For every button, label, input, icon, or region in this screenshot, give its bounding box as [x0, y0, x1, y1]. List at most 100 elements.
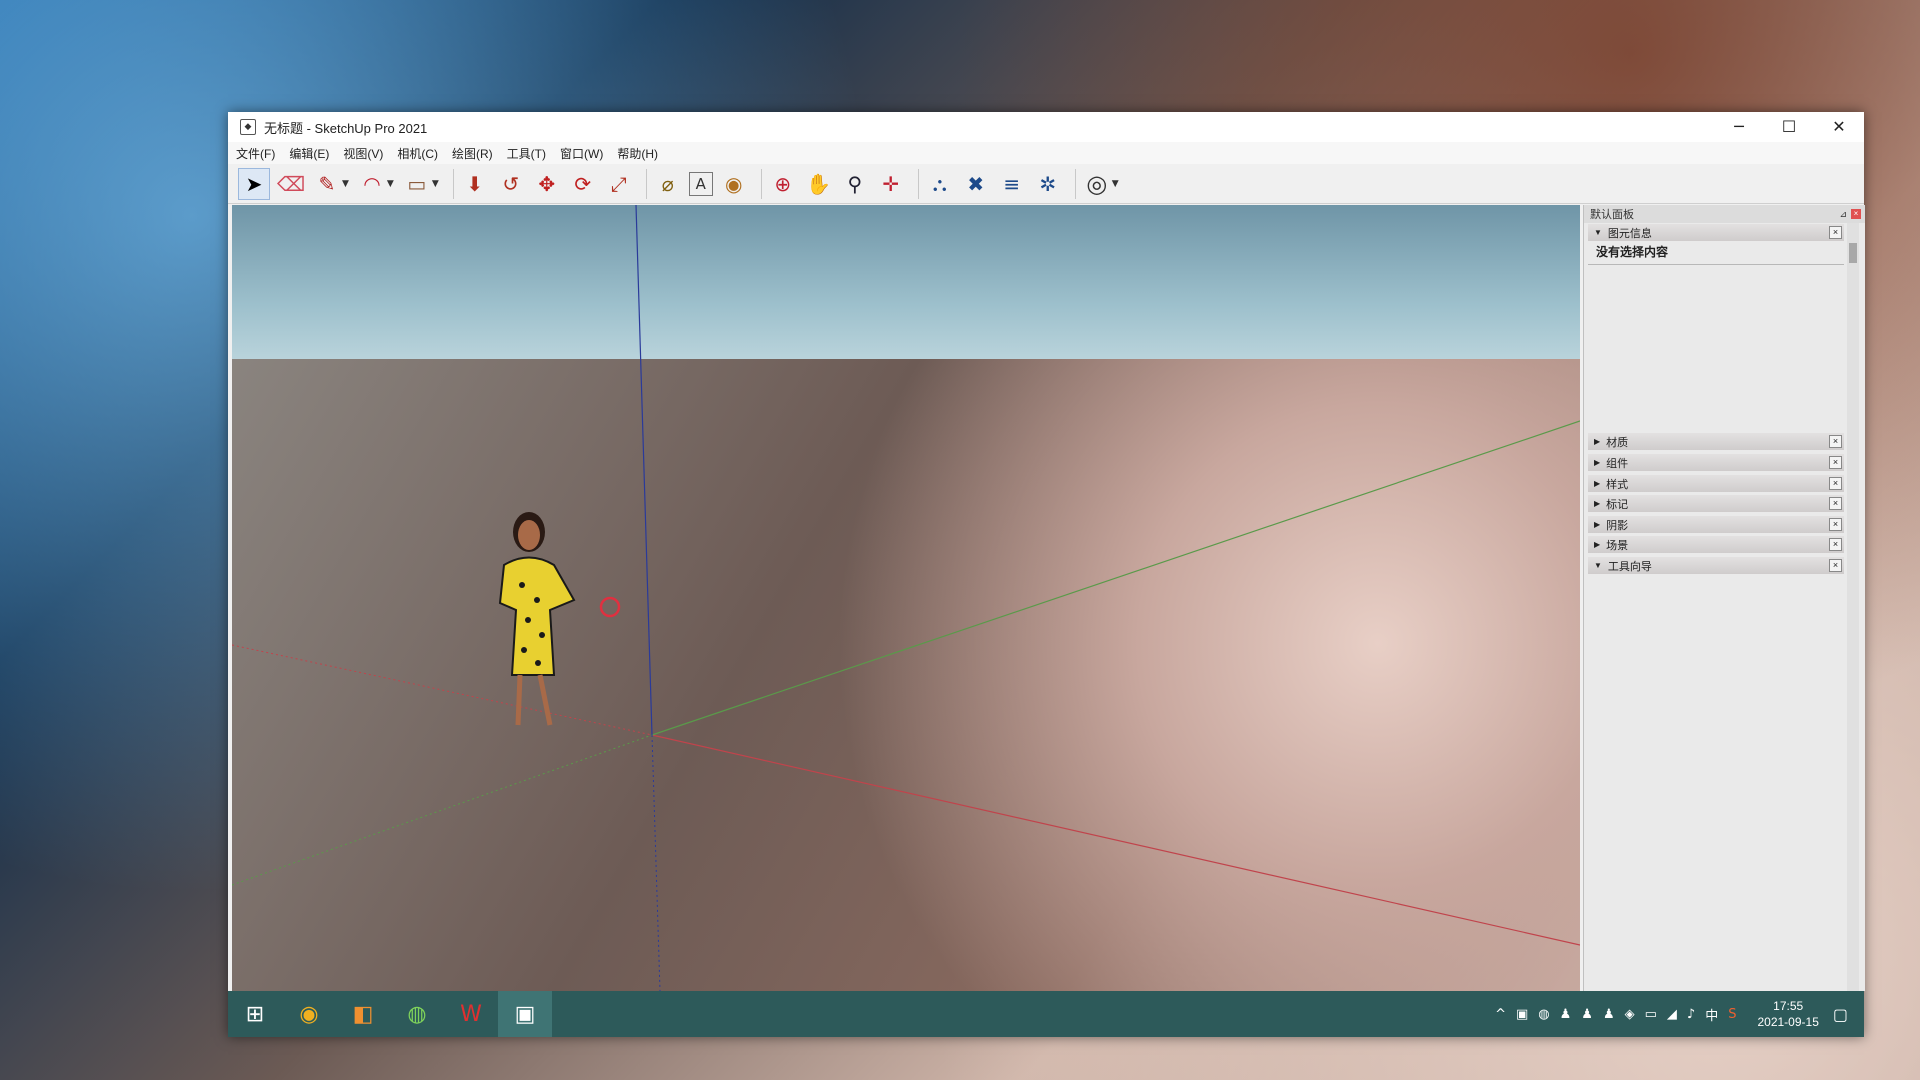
cursor-inference-icon — [599, 596, 621, 618]
zoom-extents-icon[interactable]: ✛ — [876, 169, 906, 199]
blue-axis — [635, 205, 653, 736]
line-dropdown-icon[interactable]: ▼ — [342, 179, 349, 189]
tray-label: 样式 — [1606, 478, 1629, 491]
zoom-icon[interactable]: ⚲ — [840, 169, 870, 199]
wechat-tray-icon[interactable]: ◍ — [1538, 1007, 1549, 1022]
menu-tools[interactable]: 工具(T) — [500, 145, 553, 162]
scale-icon[interactable]: ⤢ — [604, 169, 634, 199]
notification-icon[interactable]: ▢ — [1833, 1005, 1848, 1024]
push-pull-icon[interactable]: ⬇ — [460, 169, 490, 199]
menu-window[interactable]: 窗口(W) — [553, 145, 610, 162]
person-figure[interactable] — [498, 512, 576, 726]
tray-close-icon[interactable]: × — [1851, 209, 1861, 219]
tray-close-icon[interactable]: × — [1829, 456, 1842, 469]
ime-indicator[interactable]: 中 — [1705, 1005, 1718, 1024]
tray-materials[interactable]: ▶ 材质 × — [1588, 433, 1844, 450]
network-icon[interactable]: ◢ — [1667, 1007, 1677, 1022]
warehouse-icon[interactable]: ⛬ — [925, 169, 955, 199]
wechat-icon[interactable]: ◍ — [390, 991, 444, 1037]
layout-icon[interactable]: ≡ — [997, 169, 1027, 199]
tray-label: 阴影 — [1606, 519, 1629, 532]
tape-measure-icon[interactable]: ⌀ — [653, 169, 683, 199]
account-dropdown-icon[interactable]: ▼ — [1112, 179, 1119, 189]
chrome-icon[interactable]: ◉ — [282, 991, 336, 1037]
tray-tags[interactable]: ▶ 标记 × — [1588, 495, 1844, 512]
wps-icon[interactable]: W — [444, 991, 498, 1037]
tray-close-icon[interactable]: × — [1829, 538, 1842, 551]
qq-icon[interactable]: ♟ — [1560, 1007, 1572, 1022]
scrollbar-thumb[interactable] — [1849, 243, 1857, 263]
tray-label: 标记 — [1606, 498, 1629, 511]
qq-icon[interactable]: ♟ — [1581, 1007, 1593, 1022]
clock[interactable]: 17:55 2021-09-15 — [1757, 998, 1818, 1030]
tray-scenes[interactable]: ▶ 场景 × — [1588, 536, 1844, 553]
title-bar[interactable]: ◆ 无标题 - SketchUp Pro 2021 ─ ☐ ✕ — [228, 112, 1864, 142]
menu-edit[interactable]: 编辑(E) — [282, 145, 336, 162]
system-tray: ^ ▣ ◍ ♟ ♟ ♟ ◈ ▭ ◢ ♪ 中 S 17:55 2021-09-15… — [1490, 991, 1864, 1037]
pin-icon[interactable]: ⊿ — [1839, 209, 1847, 220]
extension-warehouse-icon[interactable]: ✖ — [961, 169, 991, 199]
orbit-icon[interactable]: ⊕ — [768, 169, 798, 199]
modeling-viewport[interactable] — [232, 205, 1580, 991]
volume-icon[interactable]: ♪ — [1687, 1007, 1695, 1022]
tray-label: 材质 — [1606, 436, 1629, 449]
tray-header: 默认面板 ⊿ × — [1584, 205, 1865, 223]
tray-label: 场景 — [1606, 539, 1629, 552]
tray-close-icon[interactable]: × — [1829, 226, 1842, 239]
rectangle-icon[interactable]: ▭ — [402, 169, 432, 199]
tray-entity-info[interactable]: ▼ 图元信息 × — [1588, 224, 1844, 241]
text-icon[interactable]: A — [688, 171, 713, 196]
sogou-icon[interactable]: S — [1728, 1007, 1736, 1022]
menu-draw[interactable]: 绘图(R) — [445, 145, 500, 162]
menu-help[interactable]: 帮助(H) — [610, 145, 665, 162]
extension-manager-icon[interactable]: ✲ — [1033, 169, 1063, 199]
rotate-icon[interactable]: ⟳ — [568, 169, 598, 199]
menu-view[interactable]: 视图(V) — [336, 145, 390, 162]
arc-icon[interactable]: ◠ — [357, 169, 387, 199]
select-icon[interactable]: ➤ — [238, 167, 270, 200]
green-axis — [651, 420, 1580, 736]
pan-icon[interactable]: ✋ — [804, 169, 834, 199]
security-icon[interactable]: ◈ — [1625, 1007, 1635, 1022]
eraser-icon[interactable]: ⌫ — [276, 169, 306, 199]
close-button[interactable]: ✕ — [1814, 112, 1864, 142]
main-toolbar: ➤ ⌫ ✎ ▼ ◠ ▼ ▭ ▼ ⬇ ↺ ✥ ⟳ ⤢ ⌀ A ◉ ⊕ ✋ ⚲ ✛ … — [228, 164, 1864, 204]
maximize-button[interactable]: ☐ — [1764, 112, 1814, 142]
expand-icon: ▶ — [1594, 458, 1601, 467]
tray-close-icon[interactable]: × — [1829, 435, 1842, 448]
tray-instructor[interactable]: ▼ 工具向导 × — [1588, 557, 1844, 574]
windows-start-icon[interactable]: ⊞ — [228, 991, 282, 1037]
arc-dropdown-icon[interactable]: ▼ — [387, 179, 394, 189]
expand-icon: ▶ — [1594, 437, 1601, 446]
clock-time: 17:55 — [1773, 999, 1804, 1013]
green-axis-negative — [232, 734, 653, 886]
tray-components[interactable]: ▶ 组件 × — [1588, 454, 1844, 471]
remote-icon[interactable]: ▣ — [1516, 1007, 1528, 1022]
minimize-button[interactable]: ─ — [1714, 112, 1764, 142]
move-icon[interactable]: ✥ — [532, 169, 562, 199]
tray-close-icon[interactable]: × — [1829, 477, 1842, 490]
expand-icon: ▶ — [1594, 520, 1601, 529]
menu-camera[interactable]: 相机(C) — [390, 145, 445, 162]
qq-icon[interactable]: ♟ — [1603, 1007, 1615, 1022]
line-icon[interactable]: ✎ — [312, 169, 342, 199]
tray-scrollbar[interactable] — [1847, 223, 1859, 991]
sketchup-taskbar-icon[interactable]: ▣ — [498, 991, 552, 1037]
offset-icon[interactable]: ↺ — [496, 169, 526, 199]
account-icon[interactable]: ◎ — [1082, 169, 1112, 199]
shape-dropdown-icon[interactable]: ▼ — [432, 179, 439, 189]
tray-close-icon[interactable]: × — [1829, 497, 1842, 510]
file-manager-icon[interactable]: ◧ — [336, 991, 390, 1037]
tray-close-icon[interactable]: × — [1829, 559, 1842, 572]
window-title: 无标题 - SketchUp Pro 2021 — [264, 120, 428, 136]
collapse-icon: ▼ — [1594, 228, 1602, 237]
paint-bucket-icon[interactable]: ◉ — [719, 169, 749, 199]
tray-label: 工具向导 — [1607, 560, 1652, 573]
tray-close-icon[interactable]: × — [1829, 518, 1842, 531]
tray-styles[interactable]: ▶ 样式 × — [1588, 475, 1844, 492]
menu-file[interactable]: 文件(F) — [228, 145, 282, 162]
tray-shadows[interactable]: ▶ 阴影 × — [1588, 516, 1844, 533]
battery-icon[interactable]: ▭ — [1645, 1007, 1657, 1022]
show-hidden-icons-icon[interactable]: ^ — [1495, 1007, 1506, 1022]
expand-icon: ▶ — [1594, 479, 1601, 488]
